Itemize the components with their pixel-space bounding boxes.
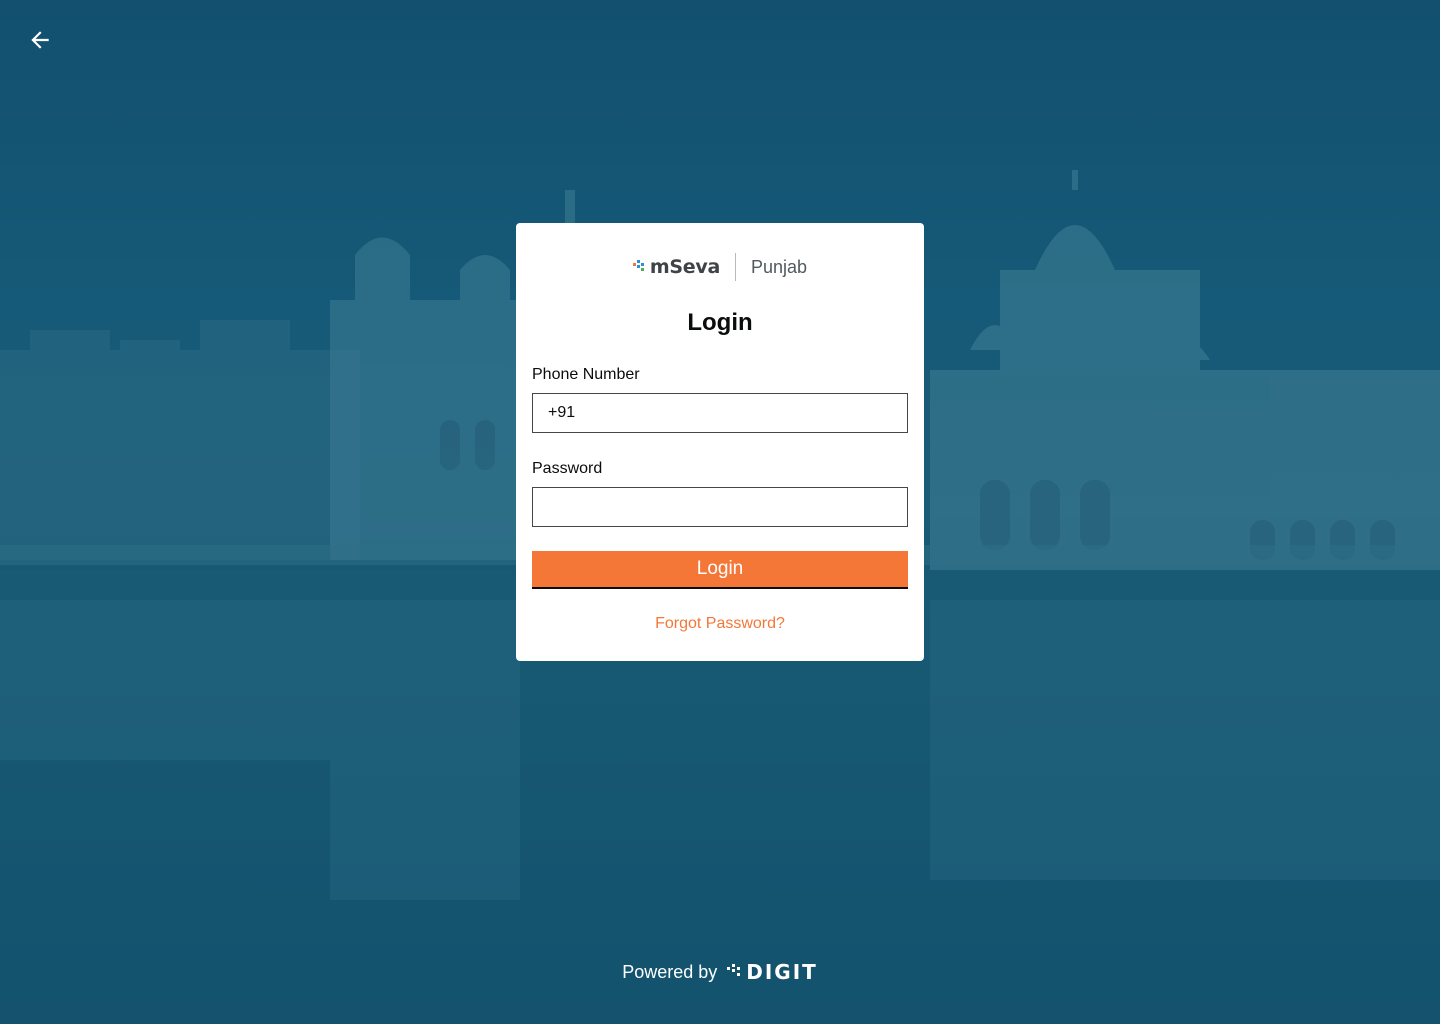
password-field[interactable] bbox=[532, 487, 908, 527]
digit-logo-text: DIGIT bbox=[746, 960, 818, 984]
password-input[interactable] bbox=[533, 488, 907, 526]
phone-number-label: Phone Number bbox=[532, 366, 640, 383]
phone-number-input[interactable] bbox=[575, 394, 907, 432]
arrow-left-icon bbox=[31, 31, 49, 49]
password-label: Password bbox=[532, 460, 603, 477]
page-title: Login bbox=[687, 309, 753, 336]
login-card: mSeva Punjab Login Phone Number +91 Pass… bbox=[516, 223, 924, 661]
digit-dots-icon bbox=[727, 964, 741, 976]
logo-text: mSeva bbox=[649, 256, 720, 278]
brand-header: mSeva Punjab bbox=[516, 251, 924, 283]
city-name: Punjab bbox=[751, 256, 808, 277]
phone-number-field[interactable]: +91 bbox=[532, 393, 908, 433]
footer: Powered by DIGIT bbox=[0, 960, 1440, 984]
back-button[interactable] bbox=[24, 24, 56, 56]
mseva-dots-icon bbox=[632, 260, 644, 271]
mseva-logo: mSeva bbox=[632, 256, 720, 278]
forgot-password-link[interactable]: Forgot Password? bbox=[516, 615, 924, 633]
login-button[interactable]: Login bbox=[532, 551, 908, 589]
country-code-prefix: +91 bbox=[548, 404, 576, 421]
digit-logo: DIGIT bbox=[727, 960, 818, 984]
powered-by-text: Powered by bbox=[622, 961, 718, 982]
brand-divider bbox=[735, 253, 736, 281]
